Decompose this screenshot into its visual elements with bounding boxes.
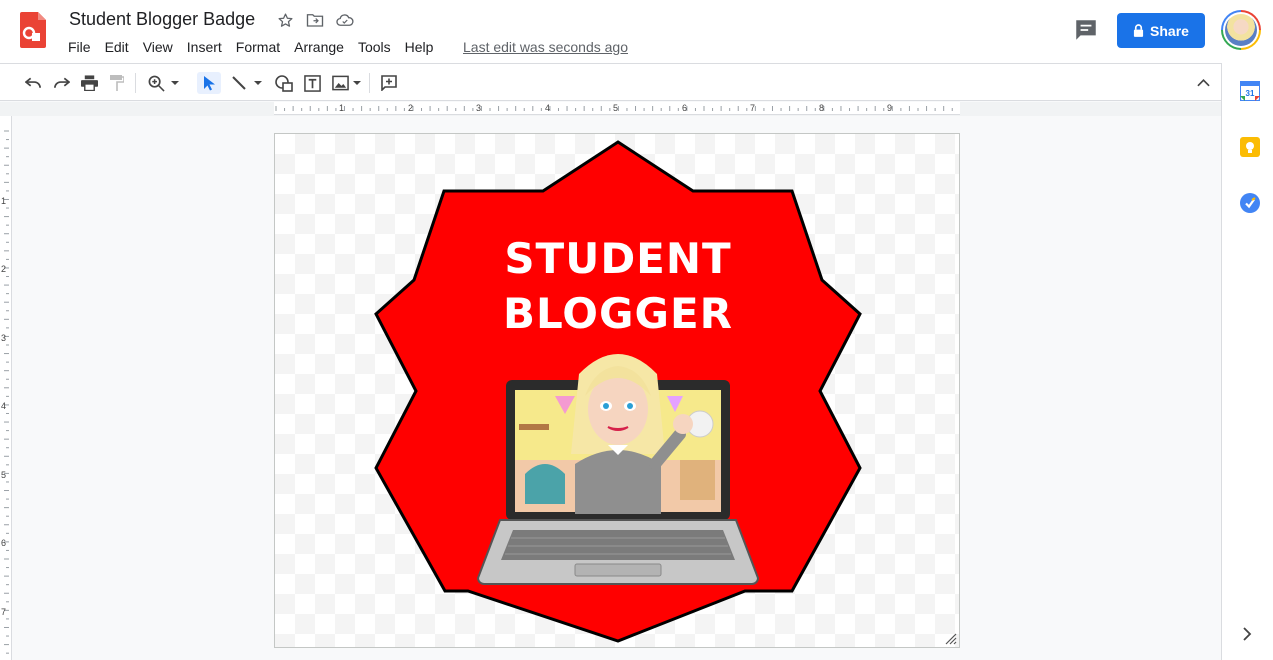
share-button[interactable]: Share <box>1117 13 1205 48</box>
header: Student Blogger Badge File Edit View Ins… <box>0 0 1273 63</box>
vertical-ruler[interactable]: 1 2 3 4 5 6 7 <box>0 116 12 660</box>
lock-icon <box>1133 24 1144 37</box>
ruler-label: 9 <box>887 103 893 113</box>
line-dropdown-caret[interactable] <box>252 72 264 94</box>
cloud-status-icon[interactable] <box>336 11 354 29</box>
ruler-label: 8 <box>819 103 825 113</box>
horizontal-ruler[interactable]: 1 2 3 4 5 6 7 8 9 <box>274 102 960 115</box>
move-folder-icon[interactable] <box>306 11 324 29</box>
paint-format-icon[interactable] <box>107 72 127 94</box>
drawings-logo-icon[interactable] <box>20 12 46 48</box>
keep-icon[interactable] <box>1240 137 1260 157</box>
image-dropdown-caret[interactable] <box>351 72 363 94</box>
ruler-label: 2 <box>408 103 414 113</box>
menu-tools[interactable]: Tools <box>351 38 398 56</box>
avatar-photo <box>1225 14 1257 46</box>
zoom-icon[interactable] <box>145 72 167 94</box>
menu-edit[interactable]: Edit <box>98 38 136 56</box>
laptop-illustration <box>476 354 760 585</box>
resize-handle-icon[interactable] <box>945 633 957 645</box>
print-icon[interactable] <box>79 72 99 94</box>
add-comment-icon[interactable] <box>379 72 399 94</box>
ruler-label: 3 <box>1 333 7 343</box>
calendar-icon[interactable]: 31 <box>1239 80 1261 102</box>
ruler-label: 1 <box>339 103 345 113</box>
ruler-label: 7 <box>750 103 756 113</box>
menu-bar: File Edit View Insert Format Arrange Too… <box>61 38 440 56</box>
ruler-label: 6 <box>1 538 7 548</box>
menu-help[interactable]: Help <box>398 38 441 56</box>
menu-insert[interactable]: Insert <box>180 38 229 56</box>
ruler-label: 4 <box>545 103 551 113</box>
document-title[interactable]: Student Blogger Badge <box>69 9 255 30</box>
svg-text:31: 31 <box>1246 89 1255 98</box>
side-panel: 31 <box>1221 63 1273 660</box>
expand-panel-icon[interactable] <box>1242 627 1262 647</box>
menu-view[interactable]: View <box>136 38 180 56</box>
menu-format[interactable]: Format <box>229 38 287 56</box>
drawing-canvas[interactable]: STUDENT BLOGGER <box>274 133 960 648</box>
menu-arrange[interactable]: Arrange <box>287 38 351 56</box>
badge-title-line1[interactable]: STUDENT <box>275 234 961 283</box>
select-cursor-icon[interactable] <box>197 72 221 94</box>
undo-icon[interactable] <box>23 72 43 94</box>
ruler-label: 5 <box>1 470 7 480</box>
line-tool-icon[interactable] <box>229 72 249 94</box>
ruler-label: 2 <box>1 264 7 274</box>
account-avatar[interactable] <box>1221 10 1261 50</box>
ruler-label: 6 <box>682 103 688 113</box>
shape-tool-icon[interactable] <box>274 72 294 94</box>
toolbar <box>0 63 1221 101</box>
app-window: Student Blogger Badge File Edit View Ins… <box>0 0 1273 660</box>
collapse-toolbar-icon[interactable] <box>1193 72 1213 94</box>
star-icon[interactable] <box>276 11 294 29</box>
ruler-label: 5 <box>613 103 619 113</box>
zoom-dropdown-caret[interactable] <box>169 72 181 94</box>
share-label: Share <box>1150 22 1189 39</box>
badge-title-line2[interactable]: BLOGGER <box>275 289 961 338</box>
ruler-label: 3 <box>476 103 482 113</box>
text-box-icon[interactable] <box>302 72 322 94</box>
menu-file[interactable]: File <box>61 38 98 56</box>
last-edit-link[interactable]: Last edit was seconds ago <box>463 39 628 55</box>
insert-image-icon[interactable] <box>330 72 350 94</box>
tasks-icon[interactable] <box>1240 193 1260 213</box>
comment-history-icon[interactable] <box>1073 17 1099 43</box>
ruler-label: 4 <box>1 401 7 411</box>
redo-icon[interactable] <box>51 72 71 94</box>
ruler-label: 7 <box>1 607 7 617</box>
badge-graphic[interactable] <box>275 134 961 649</box>
ruler-label: 1 <box>1 196 7 206</box>
